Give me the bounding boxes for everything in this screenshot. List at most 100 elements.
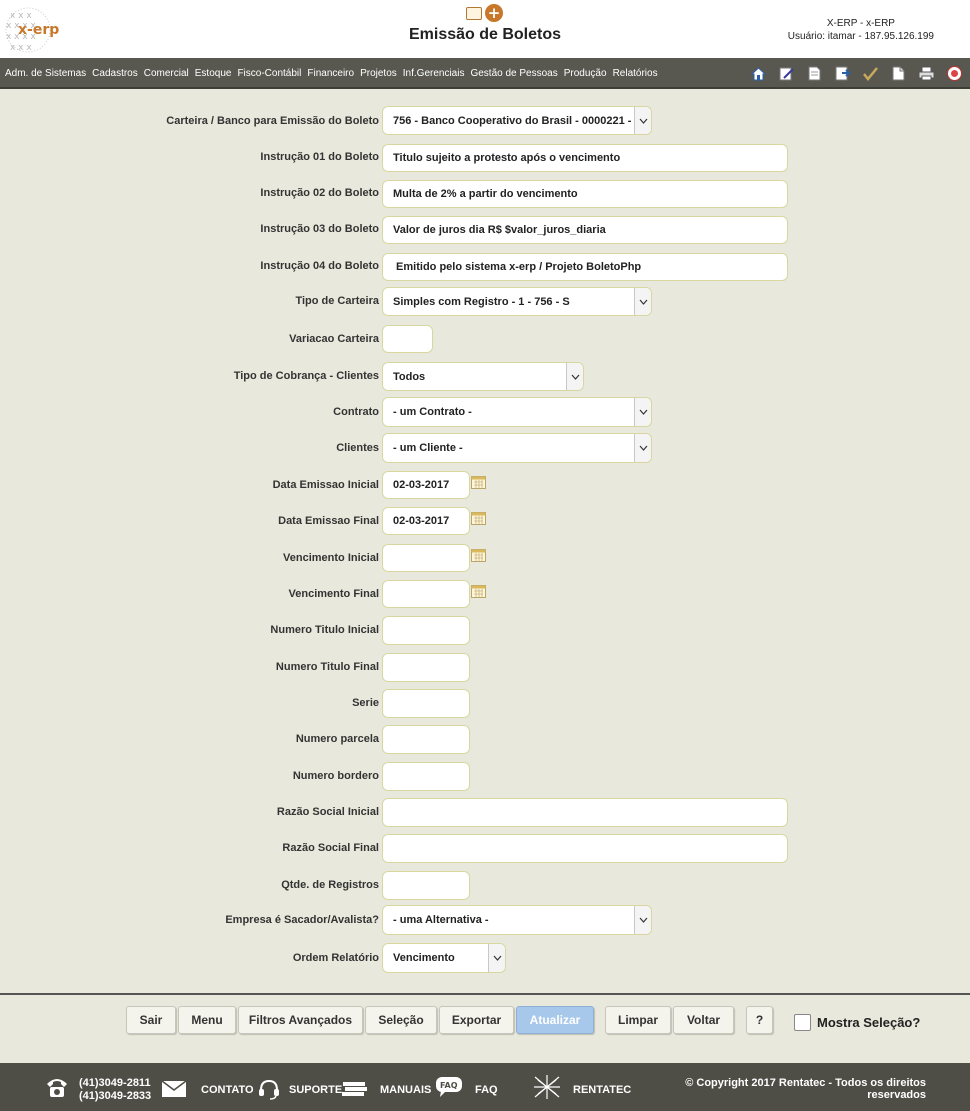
menu-inf-gerenciais[interactable]: Inf.Gerenciais [403, 68, 465, 79]
books-icon[interactable] [341, 1080, 369, 1098]
numero-parcela-input[interactable] [382, 725, 470, 754]
chevron-down-icon [634, 288, 651, 315]
chevron-down-icon [566, 363, 583, 390]
qtde-registros-input[interactable] [382, 871, 470, 900]
filtros-avancados-button[interactable]: Filtros Avançados [238, 1006, 363, 1034]
instrucao1-input[interactable]: Titulo sujeito a protesto após o vencime… [382, 144, 788, 172]
qtde-registros-label: Qtde. de Registros [281, 879, 379, 891]
print-icon[interactable] [917, 64, 936, 83]
numero-titulo-inicial-input[interactable] [382, 616, 470, 645]
data-emissao-inicial-label: Data Emissao Inicial [272, 479, 379, 491]
copyright-line-2: reservados [867, 1089, 926, 1101]
menu-producao[interactable]: Produção [564, 68, 607, 79]
calendar-icon[interactable] [471, 511, 486, 525]
instrucao2-label: Instrução 02 do Boleto [260, 187, 379, 199]
instrucao1-label: Instrução 01 do Boleto [260, 151, 379, 163]
menu-estoque[interactable]: Estoque [195, 68, 232, 79]
menu-projetos[interactable]: Projetos [360, 68, 397, 79]
atualizar-button[interactable]: Atualizar [516, 1006, 594, 1034]
sacador-value: - uma Alternativa - [393, 914, 489, 926]
tipo-carteira-label: Tipo de Carteira [295, 295, 379, 307]
menu-gestao-pessoas[interactable]: Gestão de Pessoas [470, 68, 557, 79]
page-footer: (41)3049-2811 (41)3049-2833 CONTATO SUPO… [0, 1063, 970, 1111]
toolbar [749, 64, 964, 83]
tipo-carteira-select[interactable]: Simples com Registro - 1 - 756 - S [382, 287, 652, 316]
check-icon[interactable] [861, 64, 880, 83]
numero-titulo-final-input[interactable] [382, 653, 470, 682]
calendar-icon[interactable] [471, 548, 486, 562]
menu-fisco-contabil[interactable]: Fisco-Contábil [237, 68, 301, 79]
faq-link[interactable]: FAQ [475, 1084, 498, 1096]
logout-icon[interactable] [945, 64, 964, 83]
rentatec-link[interactable]: RENTATEC [573, 1084, 631, 1096]
vencimento-final-label: Vencimento Final [288, 588, 379, 600]
page-header: x x xx x x x x x x xx x x x-erp + Emissã… [0, 0, 970, 58]
edit-document-icon[interactable] [777, 64, 796, 83]
razao-final-label: Razão Social Final [282, 842, 379, 854]
data-emissao-final-input[interactable]: 02-03-2017 [382, 507, 470, 535]
menu-financeiro[interactable]: Financeiro [307, 68, 354, 79]
suporte-link[interactable]: SUPORTE [289, 1084, 342, 1096]
menu-relatorios[interactable]: Relatórios [613, 68, 658, 79]
voltar-button[interactable]: Voltar [673, 1006, 734, 1034]
ordem-select[interactable]: Vencimento [382, 943, 506, 973]
carteira-select[interactable]: 756 - Banco Cooperativo do Brasil - 0000… [382, 106, 652, 135]
data-emissao-inicial-input[interactable]: 02-03-2017 [382, 471, 470, 499]
clientes-value: - um Cliente - [393, 442, 463, 454]
copyright: © Copyright 2017 Rentatec - Todos os dir… [685, 1077, 926, 1101]
vencimento-final-input[interactable] [382, 580, 470, 608]
help-button[interactable]: ? [746, 1006, 773, 1034]
export-icon[interactable] [833, 64, 852, 83]
contrato-select[interactable]: - um Contrato - [382, 397, 652, 427]
menu-button[interactable]: Menu [178, 1006, 236, 1034]
svg-text:x x x: x x x [10, 11, 32, 21]
clientes-select[interactable]: - um Cliente - [382, 433, 652, 463]
mostra-selecao-checkbox[interactable] [794, 1014, 811, 1031]
contrato-label: Contrato [333, 406, 379, 418]
razao-inicial-label: Razão Social Inicial [276, 806, 379, 818]
envelope-icon[interactable] [161, 1080, 187, 1098]
user-session: Usuário: itamar - 187.95.126.199 [787, 31, 934, 42]
tipo-cobranca-label: Tipo de Cobrança - Clientes [233, 370, 379, 382]
instrucao3-label: Instrução 03 do Boleto [260, 223, 379, 235]
menu-adm-sistemas[interactable]: Adm. de Sistemas [5, 68, 86, 79]
ordem-value: Vencimento [393, 952, 455, 964]
instrucao4-label: Instrução 04 do Boleto [260, 260, 379, 272]
numero-titulo-final-label: Numero Titulo Final [275, 661, 379, 673]
tipo-cobranca-select[interactable]: Todos [382, 362, 584, 391]
vencimento-inicial-input[interactable] [382, 544, 470, 572]
faq-icon[interactable]: FAQ [435, 1076, 463, 1098]
home-icon[interactable] [749, 64, 768, 83]
contato-link[interactable]: CONTATO [201, 1084, 254, 1096]
numero-bordero-input[interactable] [382, 762, 470, 791]
calendar-icon[interactable] [471, 475, 486, 489]
document-icon[interactable] [805, 64, 824, 83]
serie-input[interactable] [382, 689, 470, 718]
new-document-icon[interactable] [889, 64, 908, 83]
manuais-link[interactable]: MANUAIS [380, 1084, 431, 1096]
carteira-value: 756 - Banco Cooperativo do Brasil - 0000… [393, 114, 648, 127]
rentatec-logo-icon [534, 1075, 560, 1099]
instrucao4-input[interactable]: Emitido pelo sistema x-erp / Projeto Bol… [382, 253, 788, 281]
exportar-button[interactable]: Exportar [439, 1006, 514, 1034]
action-bar: Sair Menu Filtros Avançados Seleção Expo… [0, 993, 970, 1051]
numero-parcela-label: Numero parcela [295, 733, 379, 745]
add-icon[interactable]: + [485, 4, 503, 22]
instrucao3-input[interactable]: Valor de juros dia R$ $valor_juros_diari… [382, 216, 788, 244]
headset-icon[interactable] [257, 1078, 281, 1100]
selecao-button[interactable]: Seleção [365, 1006, 437, 1034]
sacador-select[interactable]: - uma Alternativa - [382, 905, 652, 935]
limpar-button[interactable]: Limpar [605, 1006, 671, 1034]
calendar-icon[interactable] [471, 584, 486, 598]
instrucao2-input[interactable]: Multa de 2% a partir do vencimento [382, 180, 788, 208]
numero-bordero-label: Numero bordero [292, 770, 379, 782]
sair-button[interactable]: Sair [126, 1006, 176, 1034]
variacao-input[interactable] [382, 325, 433, 353]
razao-inicial-input[interactable] [382, 798, 788, 827]
main-menu-bar: Adm. de Sistemas Cadastros Comercial Est… [0, 58, 970, 89]
razao-final-input[interactable] [382, 834, 788, 863]
menu-cadastros[interactable]: Cadastros [92, 68, 138, 79]
menu-comercial[interactable]: Comercial [144, 68, 189, 79]
tipo-carteira-value: Simples com Registro - 1 - 756 - S [393, 295, 570, 308]
data-emissao-final-label: Data Emissao Final [278, 515, 379, 527]
